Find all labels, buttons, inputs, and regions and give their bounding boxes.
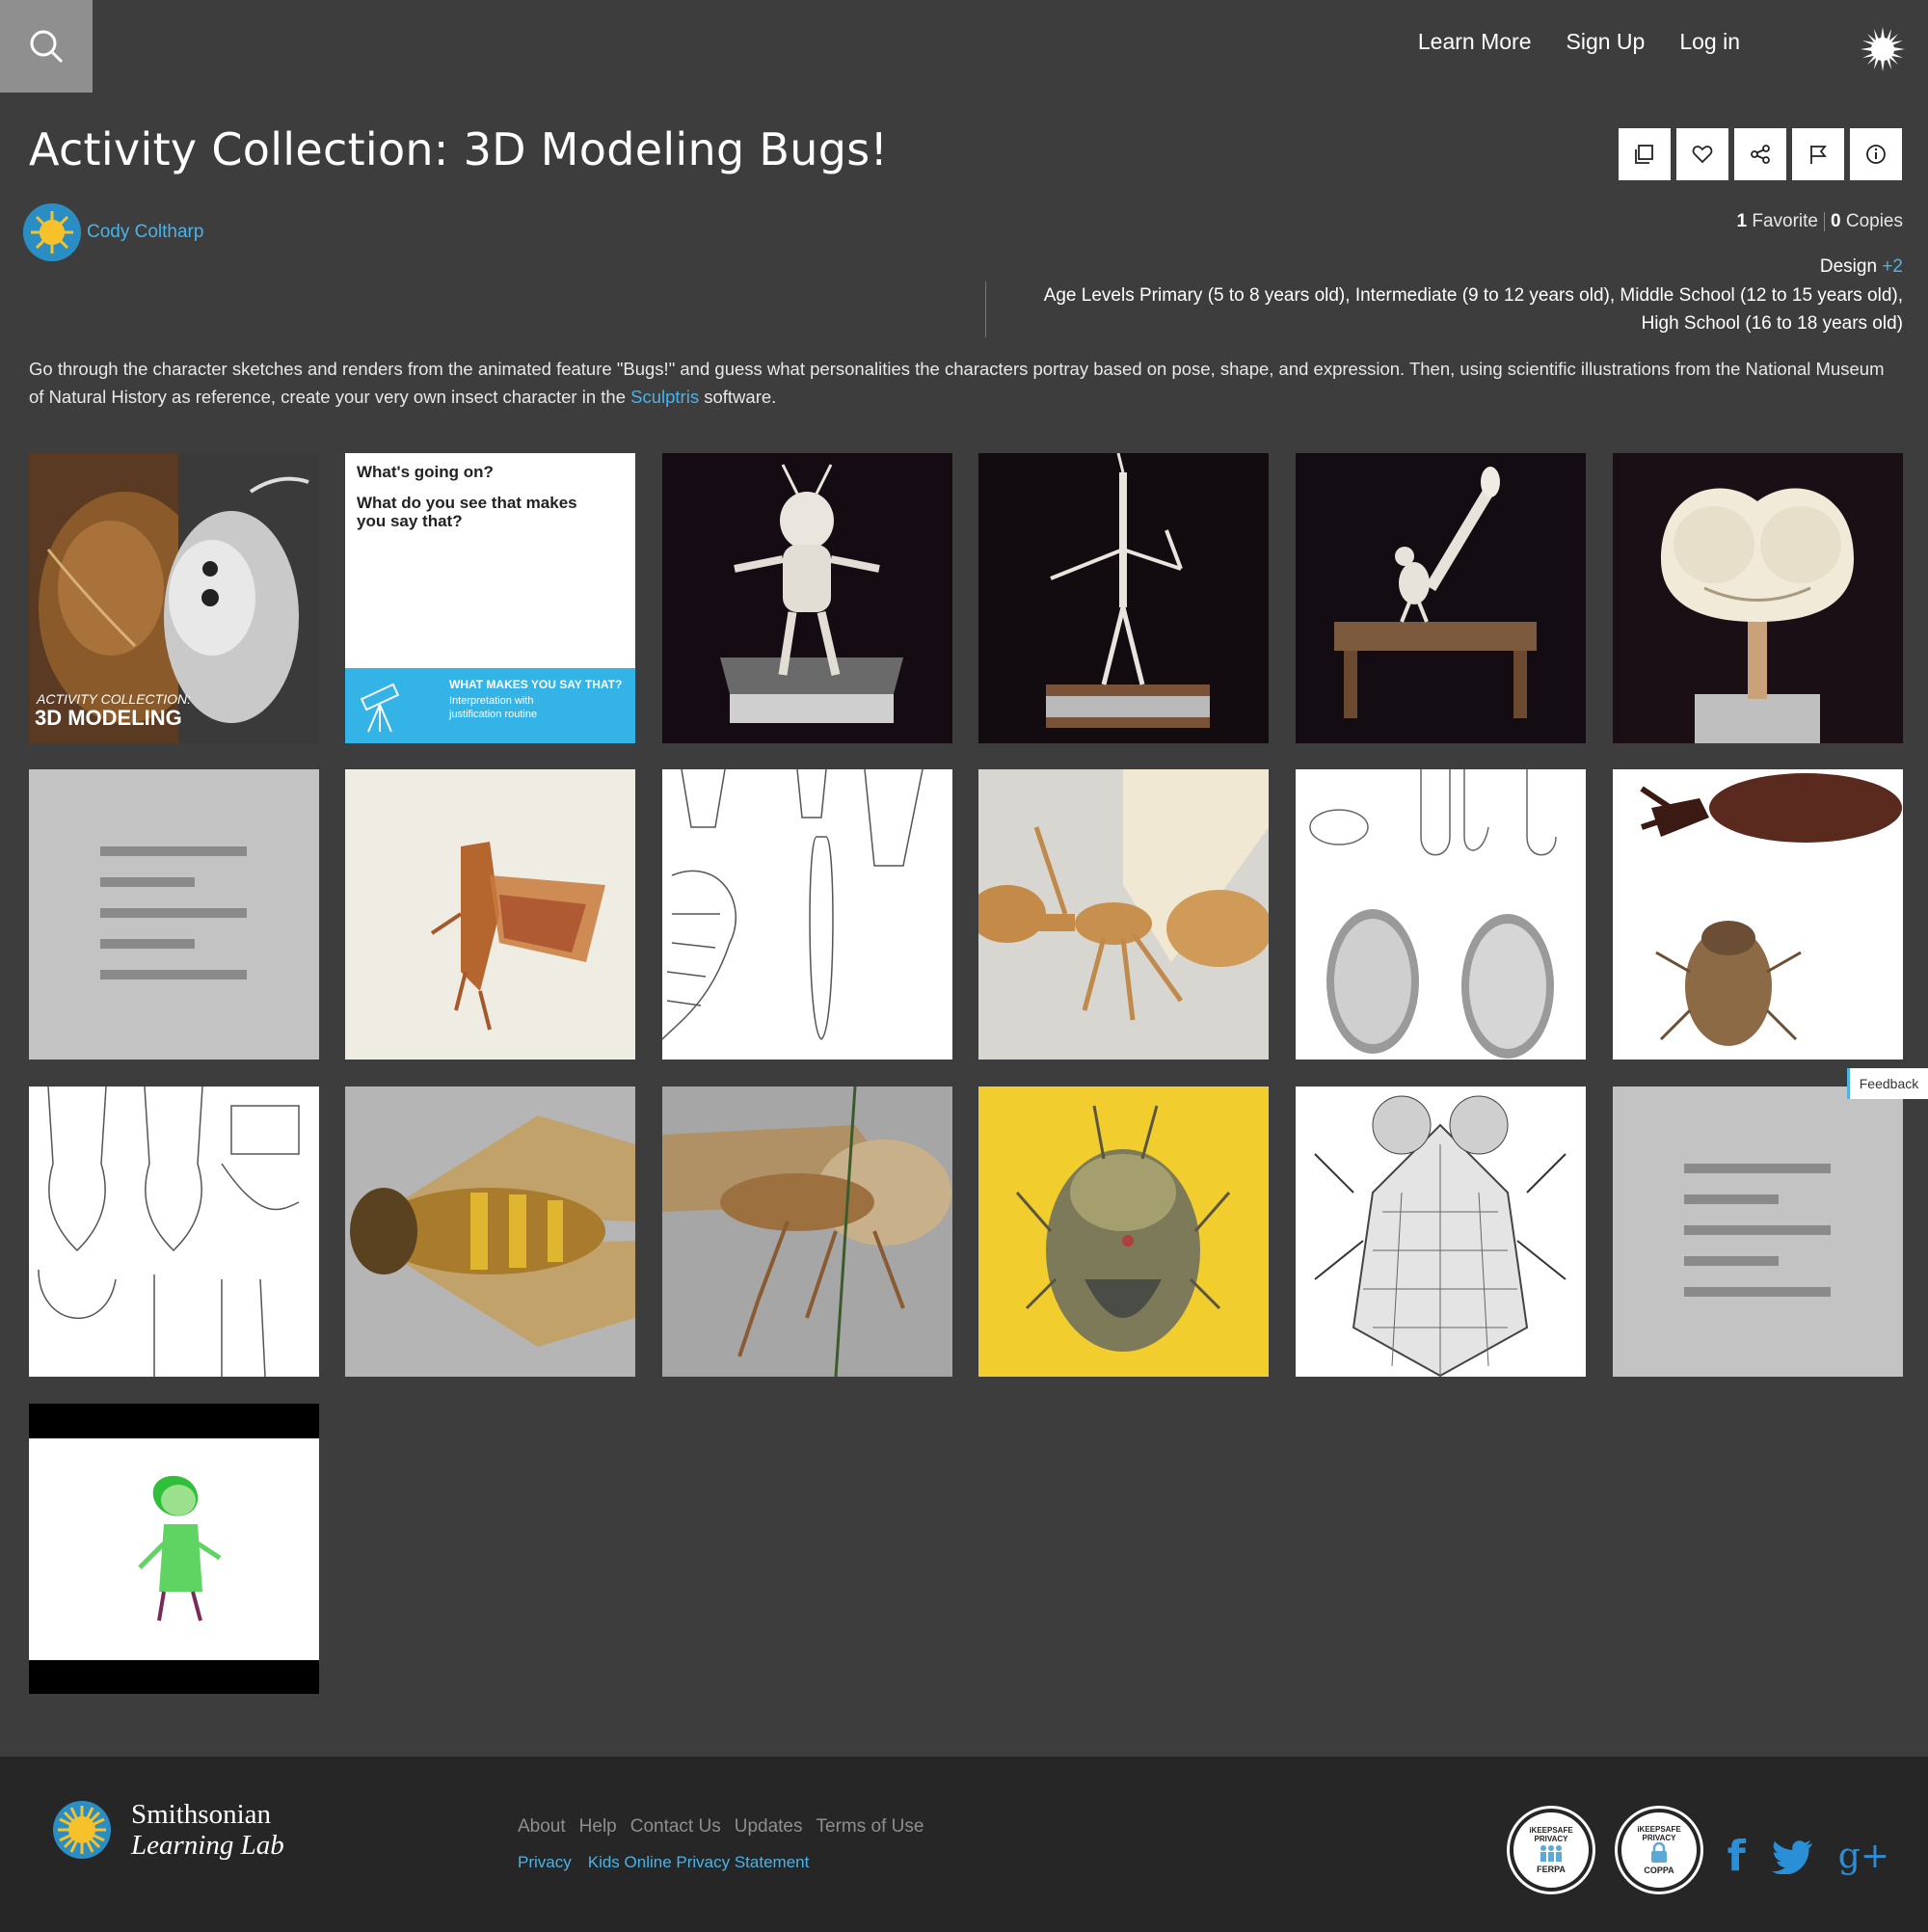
author-avatar[interactable] <box>23 203 81 261</box>
routine-banner-title: WHAT MAKES YOU SAY THAT? <box>449 678 623 691</box>
log-in-link[interactable]: Log in <box>1679 29 1740 55</box>
resource-tile-hoverfly[interactable] <box>345 1087 635 1377</box>
feedback-tab[interactable]: Feedback <box>1847 1068 1928 1099</box>
favorites-label: Favorite <box>1752 211 1818 231</box>
favorite-button[interactable] <box>1676 128 1728 180</box>
footer-link-updates[interactable]: Updates <box>735 1816 803 1838</box>
footer-link-contact[interactable]: Contact Us <box>630 1816 721 1838</box>
resource-tile-character-sketch[interactable] <box>29 1404 319 1694</box>
subject-line: Design +2 <box>1820 256 1903 278</box>
page-title: Activity Collection: 3D Modeling Bugs! <box>29 123 889 175</box>
description-text-end: software. <box>699 387 777 407</box>
footer-link-terms[interactable]: Terms of Use <box>817 1816 924 1838</box>
resource-tile-stinkbug-painting[interactable] <box>978 1087 1269 1377</box>
resource-tile-activity-cover[interactable]: ACTIVITY COLLECTION: 3D MODELING <box>29 453 319 743</box>
author-block: Cody Coltharp <box>23 203 203 261</box>
resource-tile-maquette-3[interactable] <box>1296 453 1586 743</box>
document-icon <box>100 846 247 979</box>
facebook-icon[interactable]: f <box>1727 1832 1746 1881</box>
favorites-count: 1 <box>1736 211 1748 231</box>
document-icon <box>1684 1164 1831 1297</box>
coppa-badge[interactable]: iKEEPSAFE PRIVACY COPPA <box>1618 1809 1700 1892</box>
resource-tile-beetle-illustration[interactable] <box>1296 769 1586 1060</box>
resource-tile-maquette-1[interactable] <box>662 453 952 743</box>
copies-label: Copies <box>1845 211 1903 231</box>
coppa-badge-bottom: COPPA <box>1644 1865 1674 1875</box>
footer-link-privacy[interactable]: Privacy <box>518 1853 572 1872</box>
social-links: f g+ <box>1727 1832 1889 1881</box>
footer-logo[interactable]: Smithsonian Learning Lab <box>52 1799 284 1861</box>
copies-count: 0 <box>1830 211 1841 231</box>
search-button[interactable] <box>0 0 93 93</box>
routine-question-2a: What do you see that makes <box>357 494 577 512</box>
telescope-icon <box>360 683 400 733</box>
footer-brand: Smithsonian Learning Lab <box>131 1799 284 1861</box>
resource-tile-fly-side[interactable] <box>662 1087 952 1377</box>
footer-privacy-links: Privacy Kids Online Privacy Statement <box>518 1853 809 1872</box>
footer: Smithsonian Learning Lab About Help Cont… <box>0 1757 1928 1932</box>
report-button[interactable] <box>1792 128 1844 180</box>
main-nav: Learn More Sign Up Log in <box>1418 29 1740 55</box>
brand-line-1: Smithsonian <box>131 1799 272 1830</box>
google-plus-icon[interactable]: g+ <box>1838 1837 1889 1876</box>
sun-avatar-icon <box>23 203 81 261</box>
resource-tile-maquette-head[interactable] <box>1613 453 1903 743</box>
sign-up-link[interactable]: Sign Up <box>1566 29 1646 55</box>
routine-banner: WHAT MAKES YOU SAY THAT? Interpretation … <box>345 668 635 743</box>
twitter-icon[interactable] <box>1771 1839 1813 1874</box>
info-button[interactable] <box>1850 128 1902 180</box>
collection-description: Go through the character sketches and re… <box>29 355 1899 411</box>
flag-icon <box>1810 146 1827 164</box>
resource-tile-thinking-routine[interactable]: What's going on? What do you see that ma… <box>345 453 635 743</box>
ferpa-badge[interactable]: iKEEPSAFE PRIVACY FERPA <box>1510 1809 1593 1892</box>
footer-link-kids-privacy[interactable]: Kids Online Privacy Statement <box>588 1853 810 1872</box>
info-icon <box>1866 145 1886 164</box>
resource-tile-text-document-2[interactable] <box>1613 1087 1903 1377</box>
search-icon <box>30 30 64 64</box>
learn-more-link[interactable]: Learn More <box>1418 29 1532 55</box>
resource-tile-maquette-2[interactable] <box>978 453 1269 743</box>
resource-tile-stag-beetle[interactable] <box>1613 769 1903 1060</box>
cover-big-text: 3D MODELING <box>35 706 182 730</box>
resource-tile-ant-photo[interactable] <box>978 769 1269 1060</box>
copy-button[interactable] <box>1619 128 1671 180</box>
routine-banner-sub1: Interpretation with <box>449 695 534 707</box>
routine-question-1: What's going on? <box>357 463 494 481</box>
stats-divider <box>1823 211 1825 231</box>
footer-link-about[interactable]: About <box>518 1816 566 1838</box>
routine-question-2b: you say that? <box>357 512 463 530</box>
share-button[interactable] <box>1734 128 1786 180</box>
action-toolbar <box>1619 128 1902 180</box>
heart-icon <box>1692 146 1713 164</box>
footer-link-help[interactable]: Help <box>579 1816 617 1838</box>
routine-banner-sub2: justification routine <box>449 709 538 720</box>
age-levels: Age Levels Primary (5 to 8 years old), I… <box>985 282 1903 337</box>
ferpa-badge-bottom: FERPA <box>1537 1865 1566 1874</box>
copy-icon <box>1635 145 1653 164</box>
sculptris-link[interactable]: Sculptris <box>630 387 699 407</box>
resource-tile-sketch-hopper[interactable] <box>345 769 635 1060</box>
lock-icon <box>1651 1841 1667 1863</box>
description-text: Go through the character sketches and re… <box>29 359 1885 407</box>
cover-small-text: ACTIVITY COLLECTION: <box>37 691 191 707</box>
footer-links: About Help Contact Us Updates Terms of U… <box>518 1816 924 1838</box>
subject-more-link[interactable]: +2 <box>1882 256 1903 277</box>
brand-line-2: Learning Lab <box>131 1830 284 1861</box>
ferpa-badge-top: iKEEPSAFE PRIVACY <box>1529 1826 1573 1843</box>
stats-line: 1 Favorite 0 Copies <box>1736 211 1903 232</box>
resource-tile-sketch-genitalia[interactable] <box>29 1087 319 1377</box>
sun-logo-icon[interactable] <box>1861 27 1905 71</box>
top-nav-bar: Learn More Sign Up Log in <box>0 0 1928 93</box>
smithsonian-sun-icon <box>53 1801 111 1859</box>
people-icon <box>1540 1845 1562 1862</box>
resource-tile-text-document[interactable] <box>29 769 319 1060</box>
subject-label: Design <box>1819 256 1878 277</box>
resource-tile-lacebug-illustration[interactable] <box>1296 1087 1586 1377</box>
share-icon <box>1751 145 1770 164</box>
author-name-link[interactable]: Cody Coltharp <box>87 222 203 243</box>
coppa-badge-top: iKEEPSAFE PRIVACY <box>1637 1825 1681 1842</box>
resource-tile-sketch-larva[interactable] <box>662 769 952 1060</box>
